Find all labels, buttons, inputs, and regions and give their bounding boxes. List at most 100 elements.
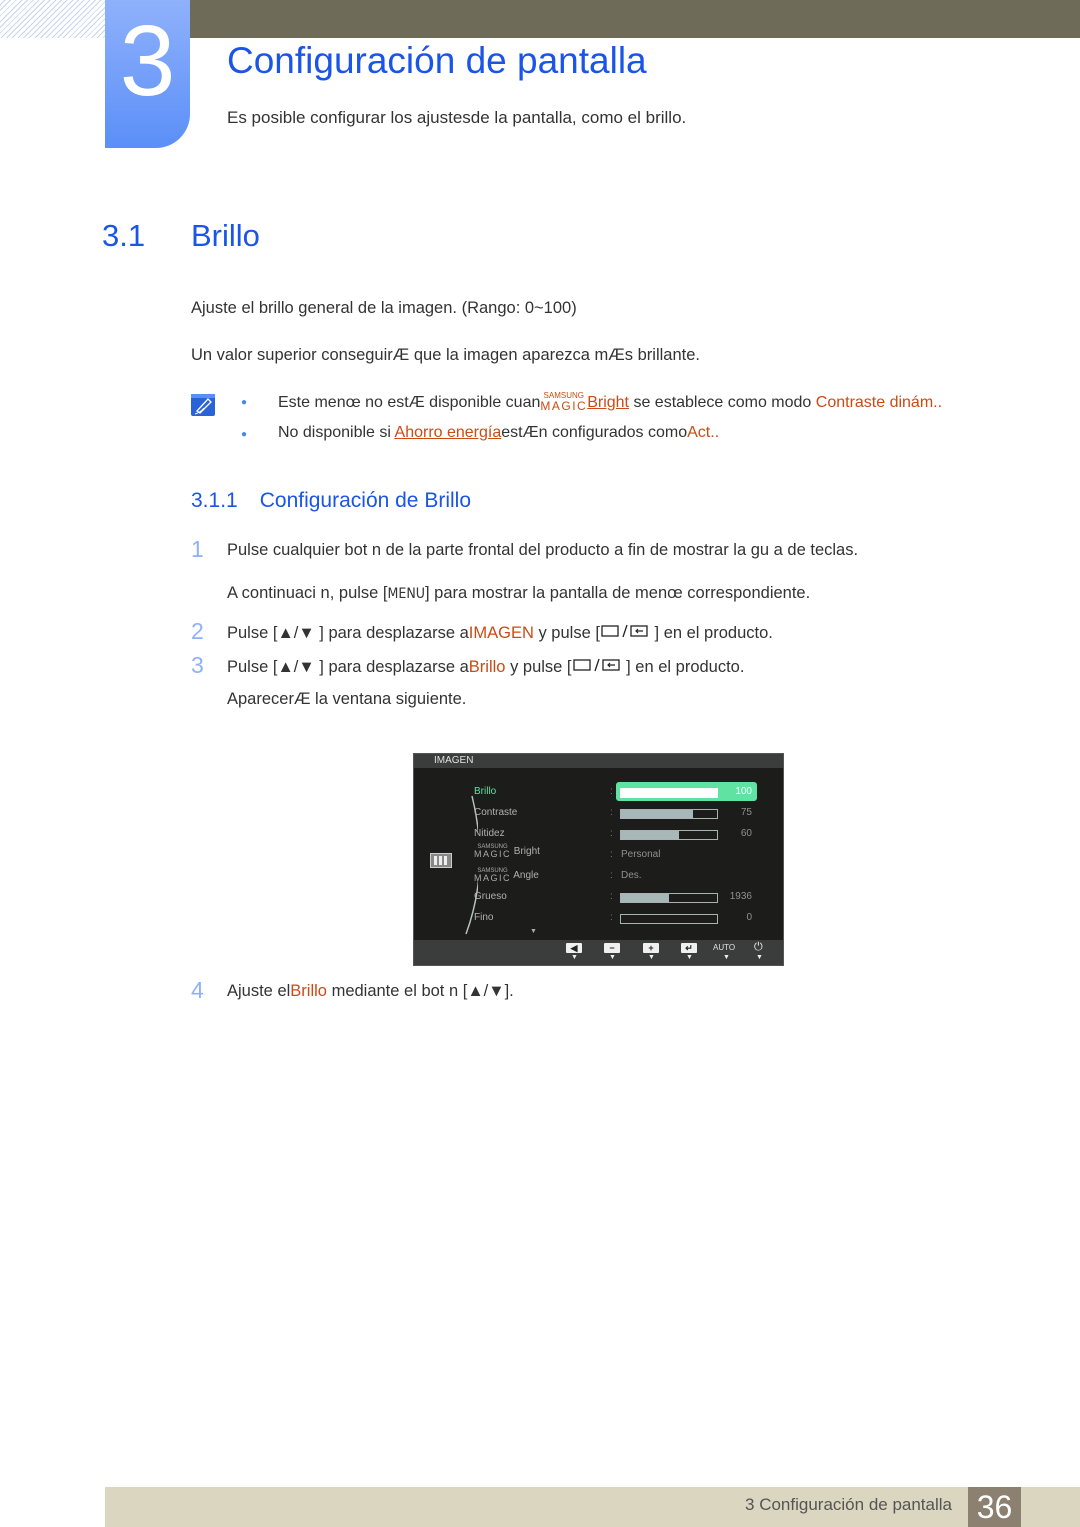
osd-auto-button[interactable]: AUTO [713, 943, 735, 952]
osd-colon: : [610, 828, 613, 839]
step-text: ] en el producto. [621, 657, 745, 676]
osd-colon: : [610, 786, 613, 797]
note-value: Act.. [687, 424, 720, 441]
page-number: 36 [968, 1487, 1021, 1527]
step-target: IMAGEN [468, 623, 534, 642]
step-text: ]. [504, 982, 514, 1000]
note-text: se establece como modo [629, 394, 816, 411]
step-text: ] para desplazarse a [314, 657, 469, 676]
step-continuation: A continuaci n, pulse [MENU] para mostra… [227, 584, 810, 603]
magic-bright-link[interactable]: Bright [587, 394, 629, 411]
note-text: No disponible si [278, 424, 395, 441]
step-number: 4 [191, 977, 204, 1003]
osd-minus-button[interactable]: − [604, 943, 620, 953]
section-paragraph: Un valor superior conseguirÆ que la imag… [191, 346, 700, 364]
step-line: Ajuste elBrillo mediante el bot n [▲/▼]. [227, 982, 514, 1001]
step-text: Pulse [ [227, 657, 278, 676]
osd-bar-brillo[interactable] [620, 788, 718, 798]
step-target: Brillo [468, 657, 506, 676]
osd-bar-nitidez[interactable] [620, 830, 718, 840]
down-arrow-icon: ▼ [756, 954, 763, 961]
step-line: Pulse [▲/▼ ] para desplazarse aIMAGEN y … [227, 623, 773, 644]
up-down-arrow-icon: ▲/▼ [467, 982, 505, 1001]
step-text: mediante el bot n [ [326, 982, 468, 1000]
osd-value-brillo: 100 [735, 786, 752, 797]
step-text: Pulse cualquier bot n de la parte fronta… [227, 541, 859, 559]
osd-footer: ◀ ▼ − ▼ + ▼ ↵ ▼ AUTO ▼ ⏻ ▼ [414, 940, 783, 965]
osd-colon: : [610, 912, 613, 923]
step-text: y pulse [ [533, 623, 600, 642]
footer-chapter-title: 3 Configuración de pantalla [745, 1495, 952, 1514]
chapter-subtitle: Es posible configurar los ajustesde la p… [227, 108, 687, 127]
chapter-number: 3 [119, 5, 176, 117]
osd-item-brillo[interactable]: Brillo [474, 786, 496, 797]
step-number: 2 [191, 618, 204, 644]
down-arrow-icon: ▼ [571, 954, 578, 961]
osd-bar-contraste[interactable] [620, 809, 718, 819]
note-text: Este menœ no estÆ disponible cuan [278, 394, 541, 411]
bullet-icon: ● [241, 397, 248, 408]
bullet-icon: ● [241, 429, 248, 440]
ahorro-energia-link[interactable]: Ahorro energía [395, 424, 502, 441]
subsection-heading: 3.1.1 Configuración de Brillo [191, 489, 471, 513]
osd-item-label: Bright [513, 846, 540, 857]
decorative-hatch [0, 0, 105, 38]
step-text: AparecerÆ la ventana siguiente. [227, 690, 467, 708]
osd-enter-button[interactable]: ↵ [681, 943, 697, 953]
section-title: Brillo [191, 218, 260, 253]
magic-logo: SAMSUNG MAGIC [540, 392, 588, 413]
osd-value-fino: 0 [746, 912, 752, 923]
picture-menu-icon [430, 853, 452, 868]
osd-item-fino[interactable]: Fino [474, 912, 493, 923]
magic-word: MAGIC [474, 849, 512, 859]
osd-bar-fino[interactable] [620, 914, 718, 924]
note-icon [191, 392, 217, 418]
note-line: Este menœ no estÆ disponible cuan SAMSUNG… [278, 392, 943, 413]
up-down-arrow-icon: ▲/▼ [277, 624, 315, 642]
osd-bar-grueso[interactable] [620, 893, 718, 903]
chapter-top-bar [190, 0, 1080, 38]
osd-value-grueso: 1936 [729, 891, 752, 902]
osd-colon: : [610, 891, 613, 902]
osd-curve-decoration [465, 795, 478, 935]
osd-item-magic-bright[interactable]: SAMSUNG MAGIC Bright [474, 844, 540, 859]
osd-value-contraste: 75 [740, 807, 752, 818]
osd-item-magic-angle[interactable]: SAMSUNG MAGIC Angle [474, 868, 539, 883]
section-paragraph: Ajuste el brillo general de la imagen. (… [191, 299, 577, 317]
up-down-arrow-icon: ▲/▼ [277, 658, 315, 676]
step-number: 1 [191, 536, 204, 562]
note-line: No disponible si Ahorro energíaestÆn con… [278, 424, 719, 442]
down-arrow-icon: ▼ [723, 954, 730, 961]
step-text: Ajuste el [227, 982, 291, 1000]
step-number: 3 [191, 652, 204, 678]
magic-logo: SAMSUNG MAGIC [474, 844, 511, 859]
magic-word: MAGIC [540, 399, 588, 413]
osd-left-button[interactable]: ◀ [566, 943, 582, 953]
osd-item-nitidez[interactable]: Nitidez [474, 828, 505, 839]
note-text: estÆn configurados como [501, 424, 688, 441]
chapter-title: Configuración de pantalla [227, 40, 647, 81]
source-enter-icon [572, 657, 622, 678]
step-text: ] para mostrar la pantalla de menœ corre… [425, 584, 811, 602]
step-text: Pulse [ [227, 623, 278, 642]
step-text: y pulse [ [505, 657, 572, 676]
step-text: ] en el producto. [649, 623, 773, 642]
osd-item-grueso[interactable]: Grueso [474, 891, 507, 902]
osd-plus-button[interactable]: + [643, 943, 659, 953]
osd-colon: : [610, 849, 613, 860]
osd-power-button[interactable]: ⏻ [754, 941, 763, 954]
step-target: Brillo [290, 982, 327, 1000]
osd-value-magic-bright: Personal [621, 849, 661, 860]
osd-value-magic-angle: Des. [621, 870, 642, 881]
osd-value-nitidez: 60 [740, 828, 752, 839]
subsection-title: Configuración de Brillo [259, 489, 472, 512]
scroll-down-icon[interactable]: ▼ [530, 928, 537, 935]
down-arrow-icon: ▼ [609, 954, 616, 961]
osd-header: IMAGEN [414, 754, 783, 768]
osd-item-contraste[interactable]: Contraste [474, 807, 517, 818]
osd-header-title: IMAGEN [434, 755, 474, 766]
osd-menu: IMAGEN Brillo : 100 Contraste : 75 Nitid… [413, 753, 784, 966]
note-value: Contraste dinám.. [815, 394, 943, 411]
down-arrow-icon: ▼ [686, 954, 693, 961]
step-text: ] para desplazarse a [314, 623, 469, 642]
